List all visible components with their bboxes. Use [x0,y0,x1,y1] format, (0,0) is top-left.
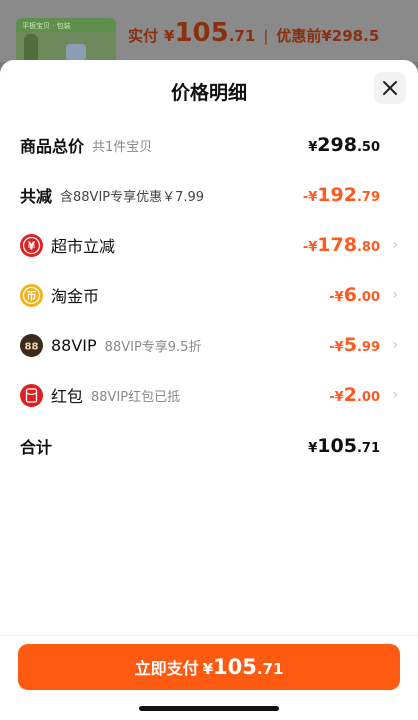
row-total-discount: 共减 含88VIP专享优惠￥7.99 -¥ 192 .79 [20,180,398,210]
svg-text:88: 88 [25,341,39,352]
goods-total-amount: ¥ 298 .50 [308,134,380,156]
svg-text:币: 币 [27,290,37,302]
amount-int: 5 [343,334,357,356]
chevron-right-icon: › [392,337,398,353]
coin-icon: 币 [20,283,43,307]
88vip-label: 88VIP [51,335,97,355]
paid-amount-int: 105 [174,18,229,48]
amount-dec: .71 [356,441,380,456]
row-goods-total: 商品总价 共1件宝贝 ¥ 298 .50 [20,130,398,160]
amount-int: 298 [317,134,357,156]
pay-button-currency: ¥ [202,660,214,678]
pay-button-amount-int: 105 [213,655,257,679]
goods-total-label: 商品总价 [20,137,85,156]
close-button[interactable] [374,72,406,104]
row-taojinbi[interactable]: 币 淘金币 -¥ 6 .00 › [20,280,398,310]
thumbnail-product-shape [66,44,86,60]
close-icon [383,81,397,95]
88vip-amount: -¥ 5 .99 [329,334,380,356]
row-grand-total: 合计 ¥ 105 .71 [20,431,398,461]
red-packet-label: 红包 [51,387,84,406]
grand-total-amount: ¥ 105 .71 [308,435,380,457]
currency: ¥ [308,441,318,456]
sheet-title: 价格明细 [170,82,247,104]
paid-amount-dec: .71 [228,27,256,45]
amount-int: 2 [343,384,357,406]
total-discount-note: 含88VIP专享优惠￥7.99 [60,189,205,205]
goods-count: 共1件宝贝 [92,139,153,155]
chevron-right-icon: › [392,387,398,403]
amount-dec: .99 [356,340,380,355]
currency: ¥ [308,140,318,155]
yuan-discount-icon: ¥ [20,233,43,257]
amount-dec: .79 [356,190,380,205]
currency: -¥ [329,390,344,405]
red-packet-amount: -¥ 2 .00 [329,384,380,406]
pay-button-amount-dec: .71 [256,660,284,678]
taojinbi-label: 淘金币 [51,287,100,306]
red-packet-icon [20,383,43,407]
paid-label: 实付 [128,27,159,45]
amount-int: 192 [317,184,357,206]
amount-dec: .00 [356,390,380,405]
svg-text:¥: ¥ [28,239,36,252]
supermarket-discount-label: 超市立减 [51,237,116,256]
red-packet-note: 88VIP红包已抵 [91,389,181,405]
88vip-icon: 88 [20,333,43,357]
bottom-action-bar: 立即支付 ¥ 105 .71 [0,635,418,720]
background-page-header: 平板宝贝 · 包装 实付 ¥ 105 .71 | 优惠前¥298.5 [0,0,418,70]
chevron-right-icon: › [392,287,398,303]
total-discount-amount: -¥ 192 .79 [303,184,380,206]
amount-int: 178 [317,234,357,256]
amount-int: 105 [317,435,357,457]
currency: -¥ [329,340,344,355]
currency: -¥ [302,190,318,205]
amount-int: 6 [343,284,357,306]
amount-dec: .00 [356,290,380,305]
home-indicator [139,706,279,711]
paid-currency: ¥ [164,27,175,45]
paid-separator: | [263,27,269,45]
row-88vip[interactable]: 88 88VIP 88VIP专享9.5折 -¥ 5 .99 › [20,330,398,360]
currency: -¥ [329,290,344,305]
currency: -¥ [302,240,318,255]
row-supermarket-discount[interactable]: ¥ 超市立减 -¥ 178 .80 › [20,230,398,260]
original-price-text: 优惠前¥298.5 [276,27,380,45]
total-discount-label: 共减 [20,187,53,206]
amount-dec: .50 [356,140,380,155]
pay-button-label: 立即支付 [134,659,199,678]
price-detail-sheet: 价格明细 商品总价 共1件宝贝 ¥ 298 .50 共减 含88VIP专享优惠￥… [0,60,418,720]
pay-now-button[interactable]: 立即支付 ¥ 105 .71 [18,644,400,690]
chevron-right-icon: › [392,237,398,253]
row-red-packet[interactable]: 红包 88VIP红包已抵 -¥ 2 .00 › [20,380,398,410]
amount-dec: .80 [356,240,380,255]
paid-summary: 实付 ¥ 105 .71 | 优惠前¥298.5 [128,18,379,52]
88vip-note: 88VIP专享9.5折 [104,339,202,355]
grand-total-label: 合计 [20,438,53,457]
thumbnail-banner-text: 平板宝贝 · 包装 [16,18,116,32]
supermarket-discount-amount: -¥ 178 .80 [303,234,380,256]
taojinbi-amount: -¥ 6 .00 [329,284,380,306]
